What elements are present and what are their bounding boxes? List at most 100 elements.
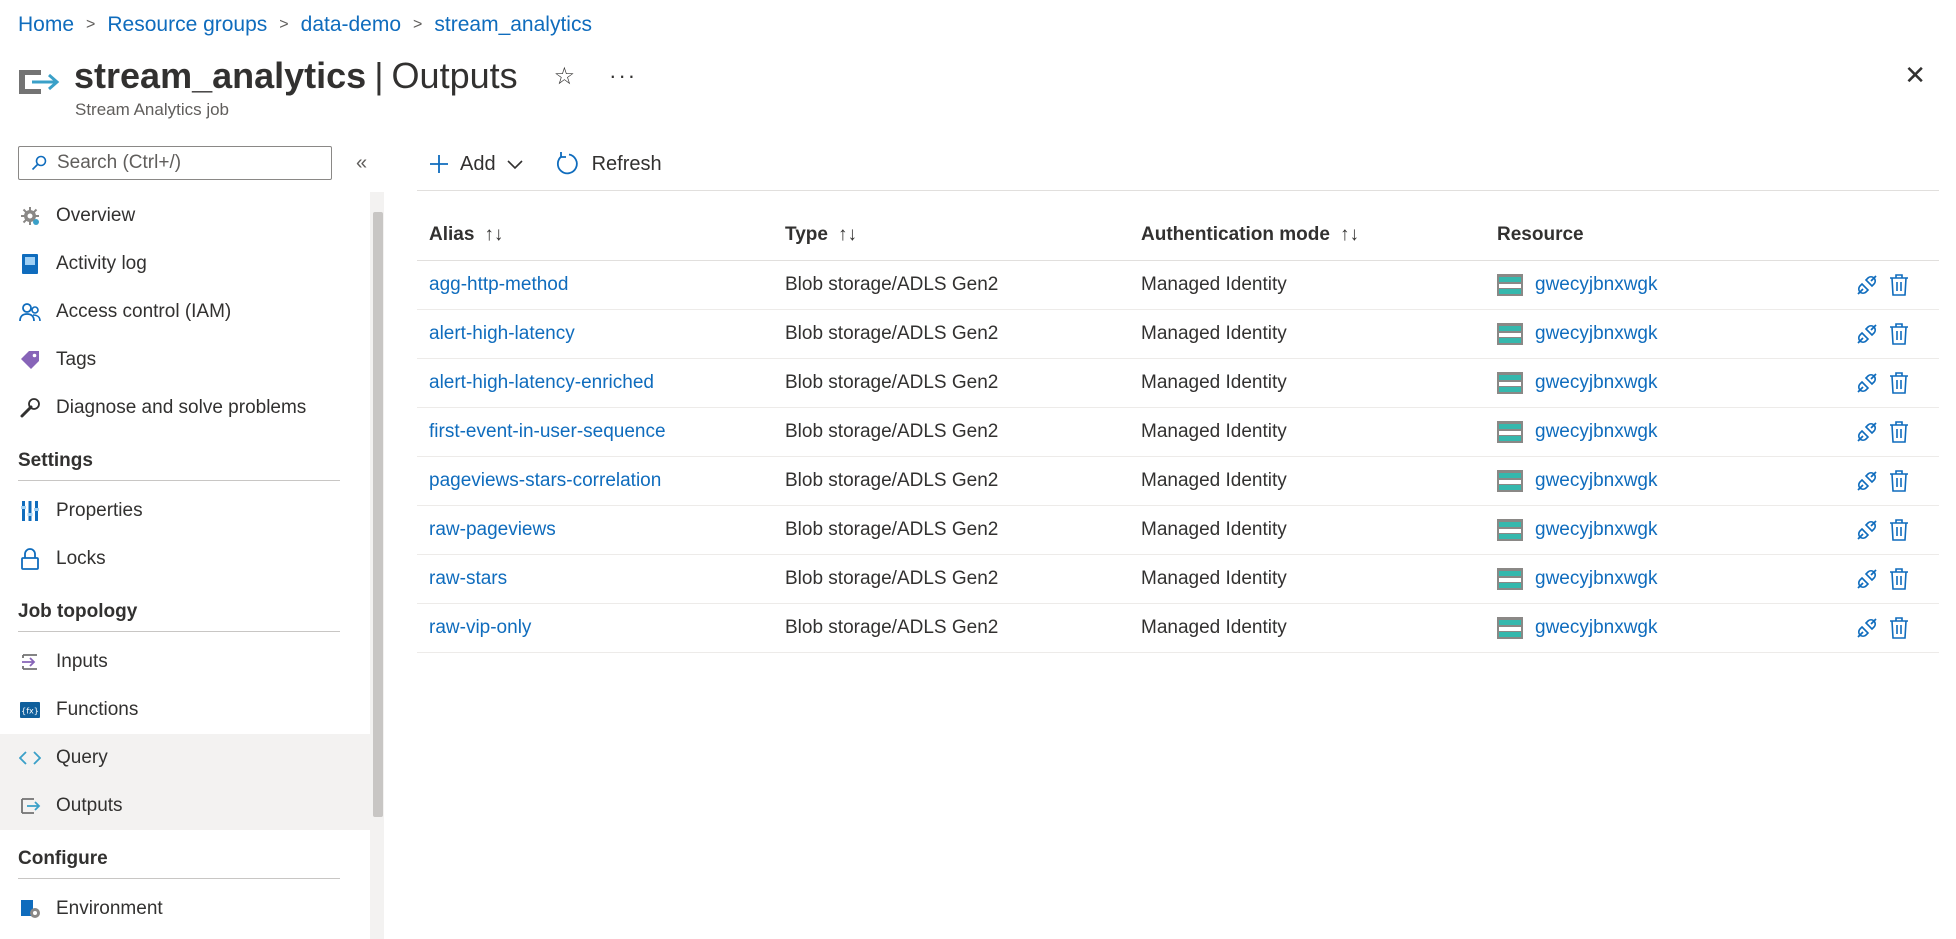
title-separator: |: [374, 55, 384, 96]
chevron-right-icon: >: [413, 16, 423, 33]
toolbar-divider: [417, 190, 1939, 191]
delete-icon[interactable]: [1887, 616, 1911, 640]
sort-icon[interactable]: ↑↓: [484, 224, 503, 246]
column-header-label: Alias: [429, 224, 475, 245]
section-divider: [18, 878, 340, 879]
output-auth-mode: Managed Identity: [1141, 617, 1287, 638]
delete-icon[interactable]: [1887, 420, 1911, 444]
sidebar-item-label: Activity log: [56, 253, 147, 274]
breadcrumb-stream-analytics[interactable]: stream_analytics: [434, 13, 592, 37]
close-icon[interactable]: ✕: [1904, 60, 1926, 91]
output-auth-mode: Managed Identity: [1141, 519, 1287, 540]
refresh-button-label: Refresh: [591, 152, 662, 175]
sidebar-item-label: Query: [56, 747, 108, 768]
breadcrumb-resource-groups[interactable]: Resource groups: [107, 13, 267, 37]
collapse-sidebar-icon[interactable]: «: [356, 152, 367, 175]
sidebar-item-properties[interactable]: Properties: [0, 487, 370, 535]
title-line: stream_analytics | Outputs ☆ ···: [74, 52, 637, 100]
sidebar-item-locks[interactable]: Locks: [0, 535, 370, 583]
log-icon: [18, 252, 42, 276]
table-row: raw-stars Blob storage/ADLS Gen2 Managed…: [417, 555, 1939, 604]
wrench-icon: [18, 396, 42, 420]
sidebar-item-label: Environment: [56, 898, 163, 919]
delete-icon[interactable]: [1887, 518, 1911, 542]
storage-account-icon: [1497, 372, 1523, 394]
sidebar-item-activity-log[interactable]: Activity log: [0, 240, 370, 288]
sidebar-item-label: Access control (IAM): [56, 301, 232, 322]
test-connection-icon[interactable]: [1855, 371, 1879, 395]
delete-icon[interactable]: [1887, 567, 1911, 591]
column-header-alias[interactable]: Alias ↑↓: [417, 224, 773, 246]
test-connection-icon[interactable]: [1855, 420, 1879, 444]
output-alias-link[interactable]: raw-vip-only: [429, 617, 531, 639]
output-alias-link[interactable]: pageviews-stars-correlation: [429, 470, 661, 492]
test-connection-icon[interactable]: [1855, 567, 1879, 591]
storage-account-icon: [1497, 617, 1523, 639]
inputs-icon: [18, 650, 42, 674]
output-auth-mode: Managed Identity: [1141, 372, 1287, 393]
sidebar-scrollbar-thumb[interactable]: [373, 212, 383, 817]
resource-link[interactable]: gwecyjbnxwgk: [1535, 323, 1658, 345]
resource-link[interactable]: gwecyjbnxwgk: [1535, 470, 1658, 492]
sidebar-item-label: Inputs: [56, 651, 108, 672]
column-header-auth-mode[interactable]: Authentication mode ↑↓: [1129, 224, 1485, 246]
properties-icon: [18, 499, 42, 523]
output-alias-link[interactable]: alert-high-latency: [429, 323, 575, 345]
output-auth-mode: Managed Identity: [1141, 421, 1287, 442]
chevron-right-icon: >: [279, 16, 289, 33]
tag-icon: [18, 348, 42, 372]
sidebar-item-label: Diagnose and solve problems: [56, 397, 307, 418]
output-auth-mode: Managed Identity: [1141, 323, 1287, 344]
sidebar-item-inputs[interactable]: Inputs: [0, 638, 370, 686]
column-header-label: Authentication mode: [1141, 224, 1330, 245]
resource-link[interactable]: gwecyjbnxwgk: [1535, 372, 1658, 394]
refresh-button[interactable]: Refresh: [556, 151, 662, 177]
sort-icon[interactable]: ↑↓: [838, 224, 857, 246]
test-connection-icon[interactable]: [1855, 469, 1879, 493]
output-type: Blob storage/ADLS Gen2: [785, 470, 999, 491]
breadcrumb-data-demo[interactable]: data-demo: [301, 13, 401, 37]
resource-link[interactable]: gwecyjbnxwgk: [1535, 568, 1658, 590]
resource-link[interactable]: gwecyjbnxwgk: [1535, 617, 1658, 639]
sort-icon[interactable]: ↑↓: [1340, 224, 1359, 246]
resource-link[interactable]: gwecyjbnxwgk: [1535, 421, 1658, 443]
breadcrumb-home[interactable]: Home: [18, 13, 74, 37]
page-header: stream_analytics | Outputs ☆ ··· Stream …: [18, 52, 1938, 126]
output-type: Blob storage/ADLS Gen2: [785, 323, 999, 344]
sidebar-search-input[interactable]: [55, 151, 319, 175]
sidebar-search[interactable]: [18, 146, 332, 180]
more-options-icon[interactable]: ···: [609, 63, 637, 89]
test-connection-icon[interactable]: [1855, 322, 1879, 346]
favorite-star-icon[interactable]: ☆: [554, 62, 576, 91]
delete-icon[interactable]: [1887, 273, 1911, 297]
delete-icon[interactable]: [1887, 322, 1911, 346]
sidebar-item-query[interactable]: Query: [0, 734, 370, 782]
resource-link[interactable]: gwecyjbnxwgk: [1535, 274, 1658, 296]
sidebar-item-functions[interactable]: {fx} Functions: [0, 686, 370, 734]
column-header-type[interactable]: Type ↑↓: [773, 224, 1129, 246]
test-connection-icon[interactable]: [1855, 616, 1879, 640]
sidebar-item-tags[interactable]: Tags: [0, 336, 370, 384]
sidebar-item-access-control[interactable]: Access control (IAM): [0, 288, 370, 336]
resource-link[interactable]: gwecyjbnxwgk: [1535, 519, 1658, 541]
table-row: pageviews-stars-correlation Blob storage…: [417, 457, 1939, 506]
sidebar-item-environment[interactable]: Environment: [0, 885, 370, 933]
test-connection-icon[interactable]: [1855, 273, 1879, 297]
output-alias-link[interactable]: first-event-in-user-sequence: [429, 421, 666, 443]
delete-icon[interactable]: [1887, 469, 1911, 493]
test-connection-icon[interactable]: [1855, 518, 1879, 542]
delete-icon[interactable]: [1887, 371, 1911, 395]
sidebar-item-diagnose[interactable]: Diagnose and solve problems: [0, 384, 370, 432]
storage-account-icon: [1497, 274, 1523, 296]
chevron-down-icon: [506, 158, 524, 170]
sidebar-item-outputs[interactable]: Outputs: [0, 782, 370, 830]
add-button[interactable]: Add: [428, 153, 524, 176]
output-alias-link[interactable]: agg-http-method: [429, 274, 568, 296]
output-type: Blob storage/ADLS Gen2: [785, 274, 999, 295]
output-alias-link[interactable]: alert-high-latency-enriched: [429, 372, 654, 394]
output-alias-link[interactable]: raw-stars: [429, 568, 507, 590]
lock-icon: [18, 547, 42, 571]
sidebar-item-overview[interactable]: Overview: [0, 192, 370, 240]
column-header-resource: Resource: [1485, 224, 1835, 246]
output-alias-link[interactable]: raw-pageviews: [429, 519, 556, 541]
